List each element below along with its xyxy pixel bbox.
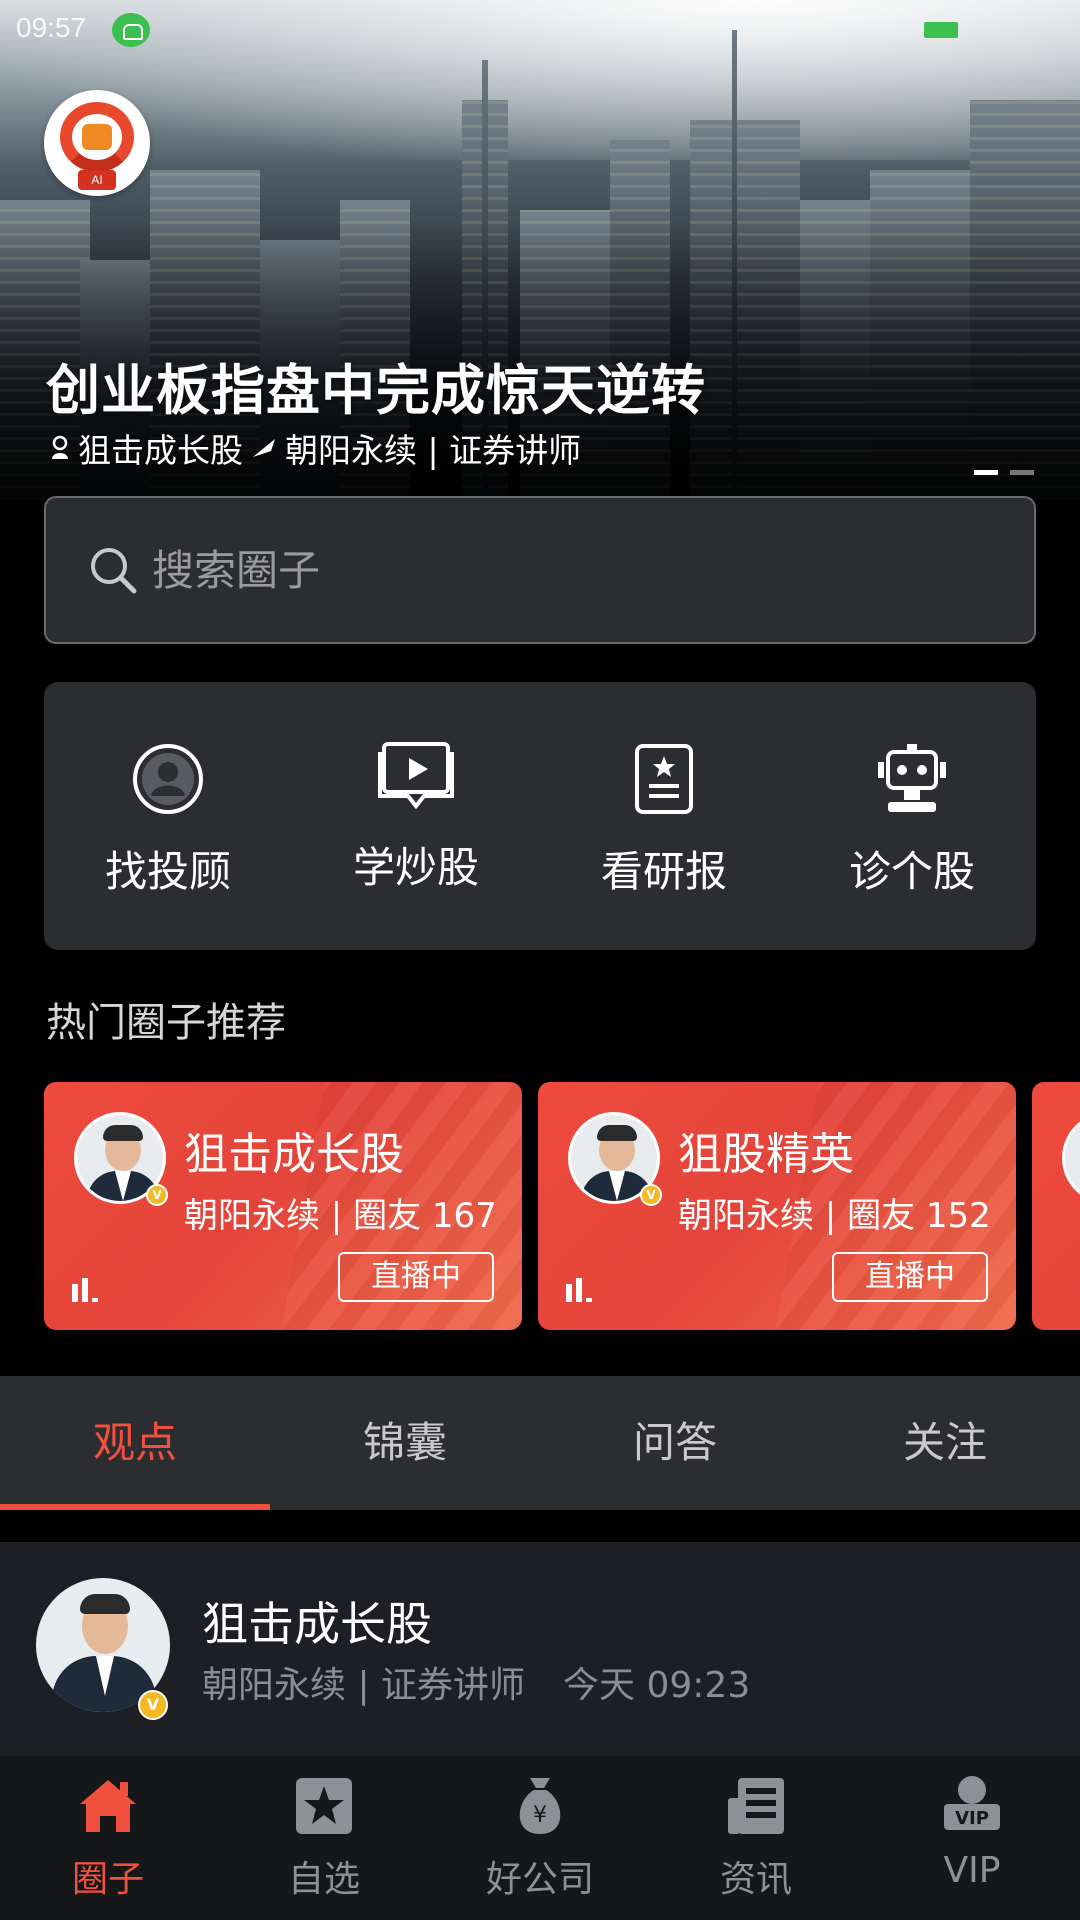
person-icon — [52, 435, 68, 459]
avatar — [1062, 1112, 1080, 1204]
quick-actions: 找投顾 学炒股 看研报 诊个股 — [44, 682, 1036, 950]
bottom-nav: 圈子 自选 ¥ 好公司 资讯 VIP VIP — [0, 1756, 1080, 1920]
live-badge-button[interactable]: 直播中 — [338, 1252, 494, 1302]
nav-label: 资讯 — [719, 1859, 792, 1900]
quick-action-research-report[interactable]: 看研报 — [540, 682, 788, 950]
nav-item-news[interactable]: 资讯 — [648, 1756, 864, 1920]
quick-action-label: 学炒股 — [352, 843, 479, 892]
avatar-hair — [80, 1594, 130, 1614]
post-author[interactable]: 狙击成长股 — [202, 1588, 432, 1654]
circle-subtitle: 朝阳永续 | 圈友 152 — [678, 1196, 991, 1236]
nav-label: VIP — [943, 1850, 1001, 1891]
advisor-icon — [133, 744, 203, 814]
nav-item-watchlist[interactable]: 自选 — [216, 1756, 432, 1920]
live-badge-button[interactable]: 直播中 — [832, 1252, 988, 1302]
nav-label: 好公司 — [485, 1859, 594, 1900]
tab-viewpoint[interactable]: 观点 — [0, 1376, 270, 1510]
hero-banner[interactable]: 09:57 AI 创业板指盘中完成惊天逆转 狙击成长股 朝阳永续 | 证券讲师 — [0, 0, 1080, 500]
logo-core-icon — [82, 124, 112, 150]
content-tabs: 观点 锦囊 问答 关注 — [0, 1376, 1080, 1510]
logo-badge: AI — [78, 170, 116, 190]
news-icon — [728, 1778, 784, 1834]
quick-action-find-advisor[interactable]: 找投顾 — [44, 682, 292, 950]
hot-circle-carousel[interactable]: V 狙击成长股 朝阳永续 | 圈友 167 直播中 V 狙股精英 朝阳永续 | … — [44, 1082, 1080, 1332]
banner-sky — [0, 0, 1080, 160]
nav-label: 圈子 — [71, 1859, 144, 1900]
audio-bars-icon — [72, 1278, 98, 1302]
quick-action-label: 看研报 — [600, 847, 727, 896]
android-icon — [112, 13, 150, 47]
post-meta: 朝阳永续 | 证券讲师 今天 09:23 — [202, 1656, 750, 1708]
post-item[interactable]: V 狙击成长股 朝阳永续 | 证券讲师 今天 09:23 — [0, 1542, 1080, 1756]
verified-badge-icon: V — [640, 1184, 662, 1206]
tab-tips[interactable]: 锦囊 — [270, 1376, 540, 1510]
circle-name: 狙击成长股 — [184, 1129, 404, 1180]
nav-item-good-company[interactable]: ¥ 好公司 — [432, 1756, 648, 1920]
post-time: 今天 09:23 — [563, 1665, 751, 1706]
hot-circle-card[interactable]: V 狙股精英 朝阳永续 | 圈友 152 直播中 — [538, 1082, 1016, 1330]
tab-qa[interactable]: 问答 — [540, 1376, 810, 1510]
circle-name: 狙股精英 — [678, 1129, 854, 1180]
hot-circle-card-partial[interactable] — [1032, 1082, 1080, 1330]
quick-action-learn-trading[interactable]: 学炒股 — [292, 682, 540, 950]
avatar-hair — [597, 1125, 637, 1141]
quick-action-label: 诊个股 — [848, 847, 975, 896]
circle-subtitle: 朝阳永续 | 圈友 167 — [184, 1196, 497, 1236]
pager-dot — [1010, 470, 1034, 475]
banner-meta: 狙击成长股 朝阳永续 | 证券讲师 — [50, 424, 581, 472]
nav-item-vip[interactable]: VIP VIP — [864, 1756, 1080, 1920]
hot-section-title: 热门圈子推荐 — [46, 1000, 286, 1046]
svg-text:¥: ¥ — [533, 1803, 547, 1828]
report-icon — [635, 744, 693, 814]
status-time: 09:57 — [16, 12, 87, 43]
banner-author: 朝阳永续 | 证券讲师 — [285, 431, 582, 470]
home-icon — [80, 1780, 136, 1832]
battery-icon — [924, 22, 958, 38]
banner-pager[interactable] — [974, 470, 1034, 475]
nav-label: 自选 — [287, 1859, 360, 1900]
banner-title[interactable]: 创业板指盘中完成惊天逆转 — [46, 346, 706, 425]
nav-item-circles[interactable]: 圈子 — [0, 1756, 216, 1920]
post-author-role: 朝阳永续 | 证券讲师 — [202, 1665, 526, 1706]
quick-action-diagnose-stock[interactable]: 诊个股 — [788, 682, 1036, 950]
robot-icon — [878, 744, 946, 812]
money-bag-icon: ¥ — [519, 1778, 561, 1834]
hot-circle-card[interactable]: V 狙击成长股 朝阳永续 | 圈友 167 直播中 — [44, 1082, 522, 1330]
search-input[interactable] — [152, 545, 912, 595]
pager-dot-active — [974, 470, 998, 475]
verified-badge-icon: V — [146, 1184, 168, 1206]
audio-bars-icon — [566, 1278, 592, 1302]
verified-badge-icon: V — [138, 1690, 168, 1720]
quick-action-label: 找投顾 — [104, 847, 231, 896]
tab-follow[interactable]: 关注 — [810, 1376, 1080, 1510]
banner-circle-name: 狙击成长股 — [78, 431, 243, 470]
avatar-hair — [103, 1125, 143, 1141]
vip-icon: VIP — [944, 1776, 1000, 1830]
svg-text:VIP: VIP — [955, 1808, 989, 1829]
search-bar[interactable] — [44, 496, 1036, 644]
feather-icon — [253, 439, 275, 457]
search-icon — [91, 548, 137, 594]
app-logo[interactable]: AI — [44, 90, 150, 196]
star-icon — [296, 1778, 352, 1834]
video-lesson-icon — [378, 742, 454, 810]
